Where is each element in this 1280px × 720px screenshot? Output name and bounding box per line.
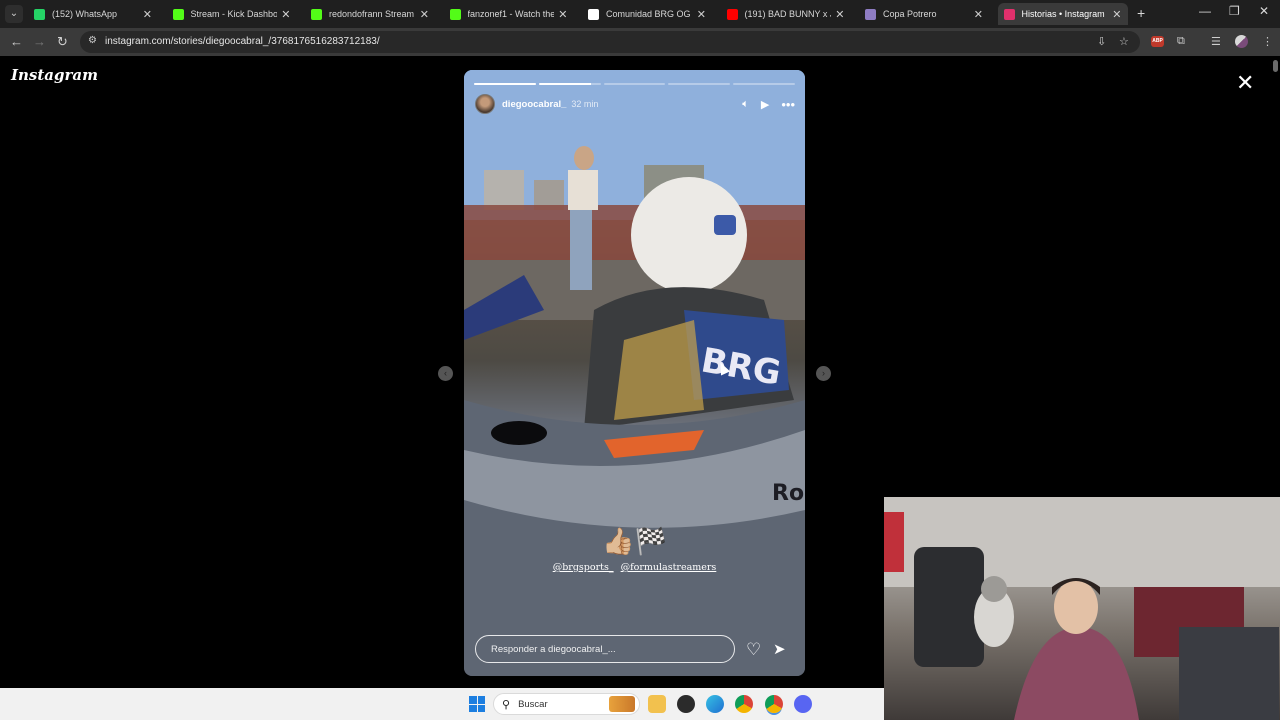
instagram-logo[interactable]: Instagram [11, 66, 98, 84]
browser-tab-title: Comunidad BRG OG / X [606, 9, 693, 19]
more-options-icon[interactable]: ••• [781, 97, 795, 112]
close-tab-icon[interactable]: ✕ [835, 8, 844, 21]
browser-tab[interactable]: fanzonef1 - Watch the VO✕ [444, 3, 574, 25]
story-progress-segment [474, 83, 536, 85]
close-tab-icon[interactable]: ✕ [974, 8, 983, 21]
browser-tab-title: (152) WhatsApp [52, 9, 118, 19]
bookmark-star-icon[interactable]: ☆ [1119, 35, 1129, 48]
extensions-icon[interactable]: ⧉ [1177, 35, 1185, 48]
browser-tab-strip: ⌄ (152) WhatsApp✕Stream - Kick Dashboard… [0, 0, 1280, 28]
install-app-icon[interactable]: ⇩ [1097, 35, 1106, 48]
taskbar-search[interactable]: ⚲ Buscar [493, 693, 640, 715]
story-progress-segment [603, 83, 666, 85]
site-icon [865, 8, 876, 20]
story-username[interactable]: diegoocabral_ [502, 99, 566, 110]
reply-input[interactable] [489, 642, 721, 656]
search-icon: ⚲ [502, 698, 511, 711]
reading-list-icon[interactable]: ☰ [1211, 35, 1221, 48]
webcam-feed-image [884, 497, 1280, 720]
close-tab-icon[interactable]: ✕ [420, 8, 429, 21]
forward-button-icon[interactable]: → [33, 34, 46, 49]
browser-tab-title: redondofrann Stream - W [329, 9, 416, 19]
tab-search-dropdown-icon[interactable]: ⌄ [5, 5, 23, 23]
previous-story-icon[interactable]: ‹ [438, 366, 453, 381]
story-header: diegoocabral_ 32 min 🔈︎ ▶ ••• [475, 94, 795, 114]
like-heart-icon[interactable]: ♡ [746, 640, 761, 660]
story-progress-segment [668, 83, 731, 85]
story-progress-bar [474, 83, 795, 85]
kick-icon [311, 8, 322, 20]
back-button-icon[interactable]: ← [10, 34, 23, 49]
story-emoji-sticker: 👍🏼🏁 [602, 526, 667, 556]
story-user-avatar[interactable] [475, 94, 495, 114]
new-tab-button[interactable]: + [1137, 5, 1145, 21]
search-highlight-icon [609, 696, 635, 712]
reload-button-icon[interactable]: ↻ [57, 34, 68, 50]
story-timestamp: 32 min [571, 99, 599, 109]
browser-tab-title: fanzonef1 - Watch the VO [467, 9, 555, 19]
reply-field[interactable] [475, 635, 735, 663]
browser-tab[interactable]: Historias • Instagram ✕ [997, 3, 1128, 25]
story-progress-segment [538, 83, 601, 85]
chrome-icon[interactable] [735, 695, 753, 713]
kick-icon [172, 8, 184, 20]
svg-text:Ro: Ro [772, 481, 804, 506]
youtube-icon [726, 8, 738, 20]
whatsapp-icon [34, 8, 45, 20]
mention-link[interactable]: @brgsports_ [553, 562, 614, 573]
address-bar[interactable]: ⚙ instagram.com/stories/diegoocabral_/37… [80, 31, 1140, 53]
chrome-active-icon[interactable] [765, 695, 783, 713]
taskbar-search-label: Buscar [518, 698, 548, 710]
close-tab-icon[interactable]: ✕ [697, 8, 706, 21]
browser-tab[interactable]: redondofrann Stream - W ✕ [305, 3, 435, 25]
play-icon[interactable]: ▶ [761, 98, 769, 111]
x-icon [588, 8, 599, 20]
browser-tab-title: Historias • Instagram [1021, 9, 1105, 19]
page-scrollbar[interactable] [1273, 60, 1278, 72]
browser-tab-title: (191) BAD BUNNY x JHAY [744, 9, 832, 19]
webcam-overlay [884, 497, 1280, 720]
adblock-extension-icon[interactable]: ABP [1151, 36, 1164, 47]
discord-icon[interactable] [794, 695, 812, 713]
menu-kebab-icon[interactable]: ⋮ [1262, 35, 1273, 48]
story-progress-segment [733, 83, 795, 85]
next-story-icon[interactable]: › [816, 366, 831, 381]
browser-toolbar: ← → ↻ ⚙ instagram.com/stories/diegoocabr… [0, 28, 1280, 56]
story-video-frame: BRG Ro [464, 70, 805, 676]
windows-start-icon[interactable] [469, 696, 485, 712]
browser-tab-title: Copa Potrero [883, 9, 937, 19]
close-tab-icon[interactable]: ✕ [143, 8, 152, 21]
mention-link[interactable]: @formulastreamers [621, 562, 717, 573]
close-tab-icon[interactable]: ✕ [1112, 8, 1121, 21]
profile-avatar[interactable] [1235, 35, 1248, 48]
site-info-icon[interactable]: ⚙ [88, 35, 97, 46]
kick-icon [449, 8, 461, 20]
obs-icon[interactable] [677, 695, 695, 713]
close-window-icon[interactable]: ✕ [1259, 4, 1269, 18]
browser-tab[interactable]: Copa Potrero ✕ [859, 3, 989, 25]
instagram-icon [1003, 8, 1015, 20]
close-story-icon[interactable]: ✕ [1236, 70, 1254, 96]
story-viewer[interactable]: BRG Ro diegoocabral_ 32 min 🔈︎ ▶ ••• 👍🏼🏁… [464, 70, 805, 676]
browser-tab[interactable]: Comunidad BRG OG / X ✕ [582, 3, 712, 25]
share-send-icon[interactable]: ➤ [773, 640, 786, 658]
address-url[interactable]: instagram.com/stories/diegoocabral_/3768… [105, 36, 380, 47]
browser-tab-title: Stream - Kick Dashboard [190, 9, 278, 19]
file-explorer-icon[interactable] [648, 695, 666, 713]
close-tab-icon[interactable]: ✕ [558, 8, 567, 21]
close-tab-icon[interactable]: ✕ [281, 8, 290, 21]
browser-tab[interactable]: (152) WhatsApp ✕ [28, 3, 158, 25]
browser-tab[interactable]: Stream - Kick Dashboard✕ [167, 3, 297, 25]
edge-icon[interactable] [706, 695, 724, 713]
minimize-window-icon[interactable]: — [1199, 4, 1211, 18]
restore-window-icon[interactable]: ❐ [1229, 4, 1240, 18]
browser-tab[interactable]: (191) BAD BUNNY x JHAY✕ [721, 3, 851, 25]
story-mentions: @brgsports_ @formulastreamers [464, 562, 805, 573]
mute-toggle-icon[interactable]: 🔈︎ [742, 98, 749, 111]
